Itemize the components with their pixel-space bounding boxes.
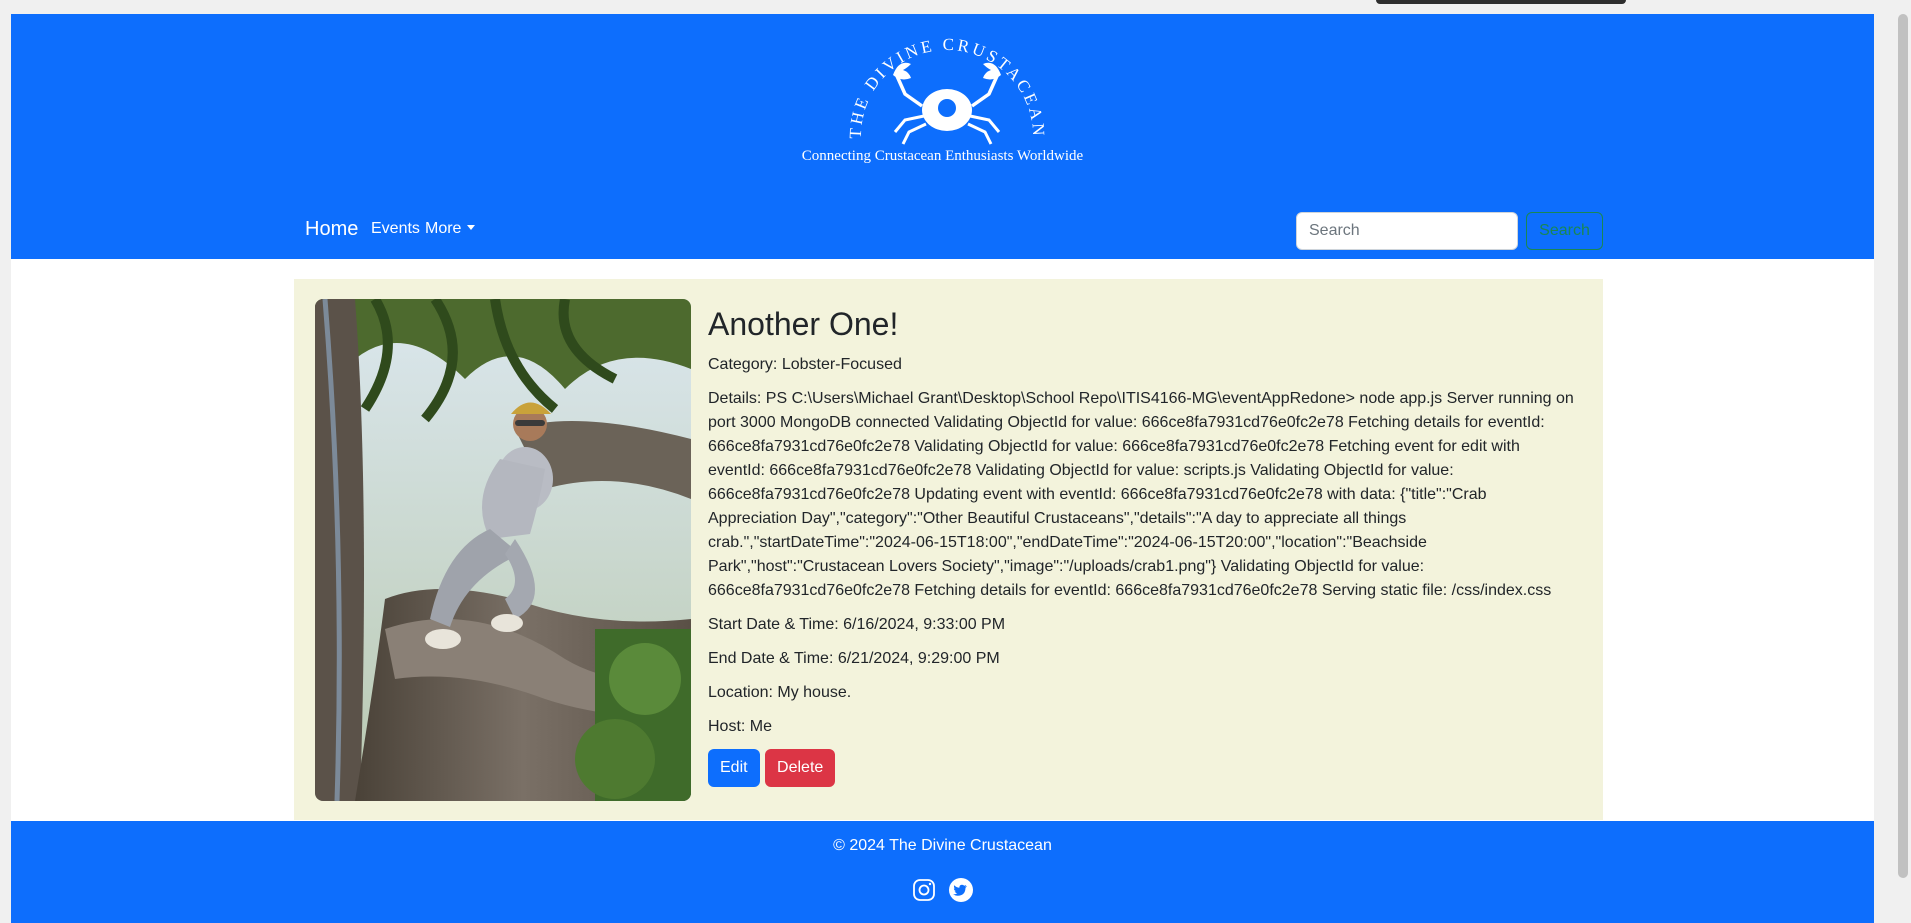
nav-more-dropdown[interactable]: More [425,220,476,238]
edit-button[interactable]: Edit [708,749,760,787]
site-tagline: Connecting Crustacean Enthusiasts Worldw… [801,148,1084,164]
event-start: Start Date & Time: 6/16/2024, 9:33:00 PM [708,616,1006,633]
event-details: Details: PS C:\Users\Michael Grant\Deskt… [708,390,1574,599]
page-scrollbar[interactable] [1895,0,1911,923]
site-footer: © 2024 The Divine Crustacean [11,821,1874,923]
event-title: Another One! [708,306,899,342]
nav-events-link[interactable]: Events [371,220,420,238]
chevron-down-icon [467,225,476,230]
event-actions: Edit Delete [708,749,1578,787]
event-photo-art [315,299,691,801]
crab-logo-icon: THE DIVINE CRUSTACEAN [846,35,1045,145]
nav-home-link[interactable]: Home [305,218,358,241]
event-detail-card: Another One! Category: Lobster-Focused D… [294,279,1603,820]
site-header: THE DIVINE CRUSTACEAN Connecting Crustac… [11,14,1874,259]
nav-more-label: More [425,220,462,237]
search-input[interactable] [1296,212,1518,250]
instagram-icon[interactable] [911,877,937,903]
delete-button[interactable]: Delete [765,749,836,787]
event-location: Location: My house. [708,684,852,701]
popup-edge [1376,0,1626,4]
event-image [315,299,691,801]
copyright-text: © 2024 The Divine Crustacean [833,837,1052,854]
twitter-icon[interactable] [948,877,974,903]
scrollbar-thumb[interactable] [1898,14,1908,878]
main-navbar: Home Events More Search [294,212,1603,258]
page: THE DIVINE CRUSTACEAN Connecting Crustac… [11,14,1874,923]
browser-viewport: THE DIVINE CRUSTACEAN Connecting Crustac… [0,0,1911,923]
event-info: Another One! Category: Lobster-Focused D… [708,299,1578,787]
event-end: End Date & Time: 6/21/2024, 9:29:00 PM [708,650,1000,667]
event-category: Category: Lobster-Focused [708,356,902,373]
event-host: Host: Me [708,718,773,735]
search-button[interactable]: Search [1526,212,1603,250]
